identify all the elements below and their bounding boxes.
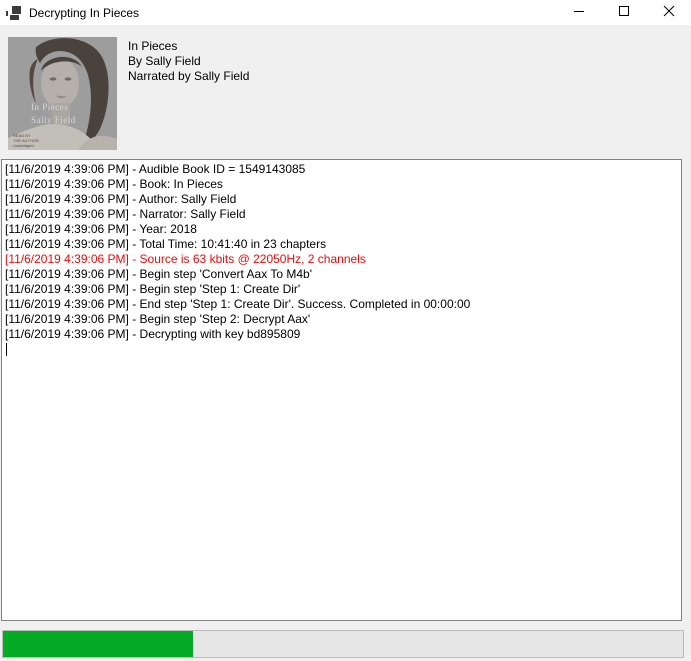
book-title: In Pieces bbox=[128, 39, 249, 54]
minimize-button[interactable] bbox=[556, 0, 601, 25]
minimize-icon bbox=[573, 5, 585, 20]
close-icon bbox=[663, 5, 675, 20]
log-line: [11/6/2019 4:39:06 PM] - Begin step 'Ste… bbox=[5, 312, 678, 327]
book-author: By Sally Field bbox=[128, 54, 249, 69]
cover-title-text: In Pieces bbox=[31, 102, 68, 112]
text-caret bbox=[6, 343, 7, 356]
cover-readby-text: Read by the author bbox=[13, 133, 39, 143]
log-line: [11/6/2019 4:39:06 PM] - Author: Sally F… bbox=[5, 192, 678, 207]
log-line: [11/6/2019 4:39:06 PM] - Narrator: Sally… bbox=[5, 207, 678, 222]
cover-edition-text: Unabridged bbox=[13, 143, 34, 148]
log-line: [11/6/2019 4:39:06 PM] - Total Time: 10:… bbox=[5, 237, 678, 252]
window-title: Decrypting In Pieces bbox=[29, 6, 139, 20]
log-line: [11/6/2019 4:39:06 PM] - Source is 63 kb… bbox=[5, 252, 678, 267]
book-info: In Pieces By Sally Field Narrated by Sal… bbox=[128, 39, 249, 84]
log-line: [11/6/2019 4:39:06 PM] - Decrypting with… bbox=[5, 327, 678, 342]
log-line: [11/6/2019 4:39:06 PM] - Begin step 'Con… bbox=[5, 267, 678, 282]
log-line: [11/6/2019 4:39:06 PM] - Year: 2018 bbox=[5, 222, 678, 237]
progress-bar bbox=[2, 630, 684, 658]
log-line: [11/6/2019 4:39:06 PM] - Begin step 'Ste… bbox=[5, 282, 678, 297]
app-window: Decrypting In Pieces bbox=[0, 0, 691, 661]
log-textbox[interactable]: [11/6/2019 4:39:06 PM] - Audible Book ID… bbox=[1, 159, 682, 621]
maximize-button[interactable] bbox=[601, 0, 646, 25]
log-line: [11/6/2019 4:39:06 PM] - End step 'Step … bbox=[5, 297, 678, 312]
maximize-icon bbox=[618, 5, 630, 20]
cover-author-text: Sally Field bbox=[31, 115, 76, 125]
progress-bar-fill bbox=[3, 631, 193, 657]
book-narrator: Narrated by Sally Field bbox=[128, 69, 249, 84]
book-cover-image: In Pieces Sally Field Read by the author… bbox=[8, 37, 117, 150]
log-lines: [11/6/2019 4:39:06 PM] - Audible Book ID… bbox=[5, 162, 678, 342]
log-line: [11/6/2019 4:39:06 PM] - Audible Book ID… bbox=[5, 162, 678, 177]
close-button[interactable] bbox=[646, 0, 691, 25]
window-controls bbox=[556, 0, 691, 25]
app-window-icon bbox=[6, 5, 22, 21]
log-line: [11/6/2019 4:39:06 PM] - Book: In Pieces bbox=[5, 177, 678, 192]
title-bar: Decrypting In Pieces bbox=[0, 0, 691, 25]
